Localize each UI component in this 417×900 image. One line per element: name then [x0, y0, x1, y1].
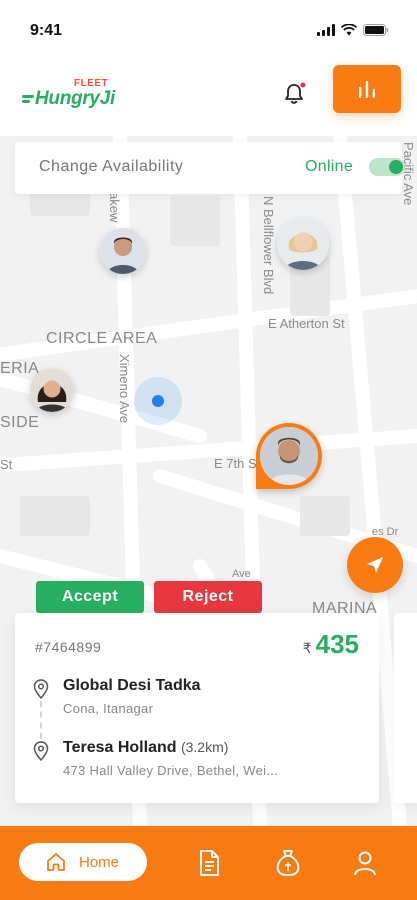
- bar-chart-icon: [359, 81, 375, 98]
- map-label-pacific: Pacific Ave: [401, 142, 416, 206]
- map-label-side: SIDE: [0, 414, 40, 431]
- map-label-bellflower: N Bellflower Blvd: [261, 196, 276, 295]
- driver-avatar[interactable]: [277, 218, 329, 270]
- route-connector: [40, 701, 42, 739]
- status-bar: 9:41: [0, 0, 417, 60]
- order-amount: ₹ 435: [303, 629, 359, 660]
- map-label-circle-area: CIRCLE AREA: [46, 330, 158, 347]
- pickup-address: Cona, Itanagar: [63, 701, 154, 716]
- stats-button[interactable]: [333, 65, 401, 113]
- order-id: #7464899: [35, 639, 102, 655]
- driver-photo: [260, 427, 318, 485]
- wifi-icon: [341, 24, 357, 36]
- reject-button[interactable]: Reject: [154, 581, 262, 613]
- brand-logo: FLEET HungryJi: [22, 78, 122, 112]
- signal-icon: [317, 24, 335, 36]
- nav-orders[interactable]: [195, 848, 223, 878]
- next-order-card[interactable]: [394, 613, 417, 803]
- drop-address: 473 Hall Valley Drive, Bethel, Wei...: [63, 763, 279, 778]
- navigate-button[interactable]: [347, 537, 403, 593]
- order-amount-value: 435: [315, 629, 359, 659]
- location-pin-icon: [33, 741, 49, 761]
- currency-symbol: ₹: [302, 640, 312, 656]
- availability-toggle[interactable]: [369, 158, 405, 176]
- accept-button[interactable]: Accept: [36, 581, 144, 613]
- bottom-nav: Home: [0, 826, 417, 900]
- battery-icon: [363, 24, 389, 36]
- drop-distance: (3.2km): [180, 739, 229, 755]
- home-icon: [47, 853, 65, 871]
- current-location-marker: [134, 377, 182, 425]
- notification-button[interactable]: [280, 80, 308, 108]
- document-icon: [200, 850, 219, 876]
- driver-avatar[interactable]: [30, 368, 74, 412]
- order-card[interactable]: #7464899 ₹ 435 Global Desi Tadka Cona, I…: [15, 613, 379, 803]
- nav-home-label: Home: [79, 853, 120, 871]
- app-header: FLEET HungryJi: [0, 60, 417, 136]
- bell-icon: [285, 82, 306, 104]
- driver-avatar[interactable]: [100, 228, 146, 274]
- availability-label: Change Availability: [39, 158, 184, 175]
- status-time: 9:41: [30, 22, 63, 39]
- map-label-st: St: [0, 457, 13, 472]
- map-label-seventh: E 7th S: [214, 456, 257, 471]
- user-icon: [354, 851, 376, 876]
- nav-home[interactable]: Home: [19, 843, 147, 881]
- map-label-ave: Ave: [232, 568, 251, 580]
- logo-brand: HungryJi: [35, 88, 115, 109]
- nav-profile[interactable]: [351, 848, 379, 878]
- money-bag-icon: [276, 850, 300, 876]
- location-pin-icon: [33, 679, 49, 699]
- map-label-atherton: E Atherton St: [268, 316, 345, 331]
- drop-name: Teresa Holland: [63, 739, 177, 756]
- map-label-bakew: akew: [107, 192, 122, 223]
- availability-card: Change Availability Online: [15, 142, 405, 194]
- selected-driver-marker[interactable]: [256, 423, 322, 489]
- nav-earnings[interactable]: [274, 848, 302, 878]
- pickup-name: Global Desi Tadka: [63, 677, 201, 694]
- navigation-arrow-icon: [367, 557, 383, 573]
- status-icons: [317, 24, 389, 36]
- map-label-eria: ERIA: [0, 360, 40, 377]
- map-label-ximeno: Ximeno Ave: [117, 354, 132, 424]
- availability-status: Online: [305, 158, 354, 175]
